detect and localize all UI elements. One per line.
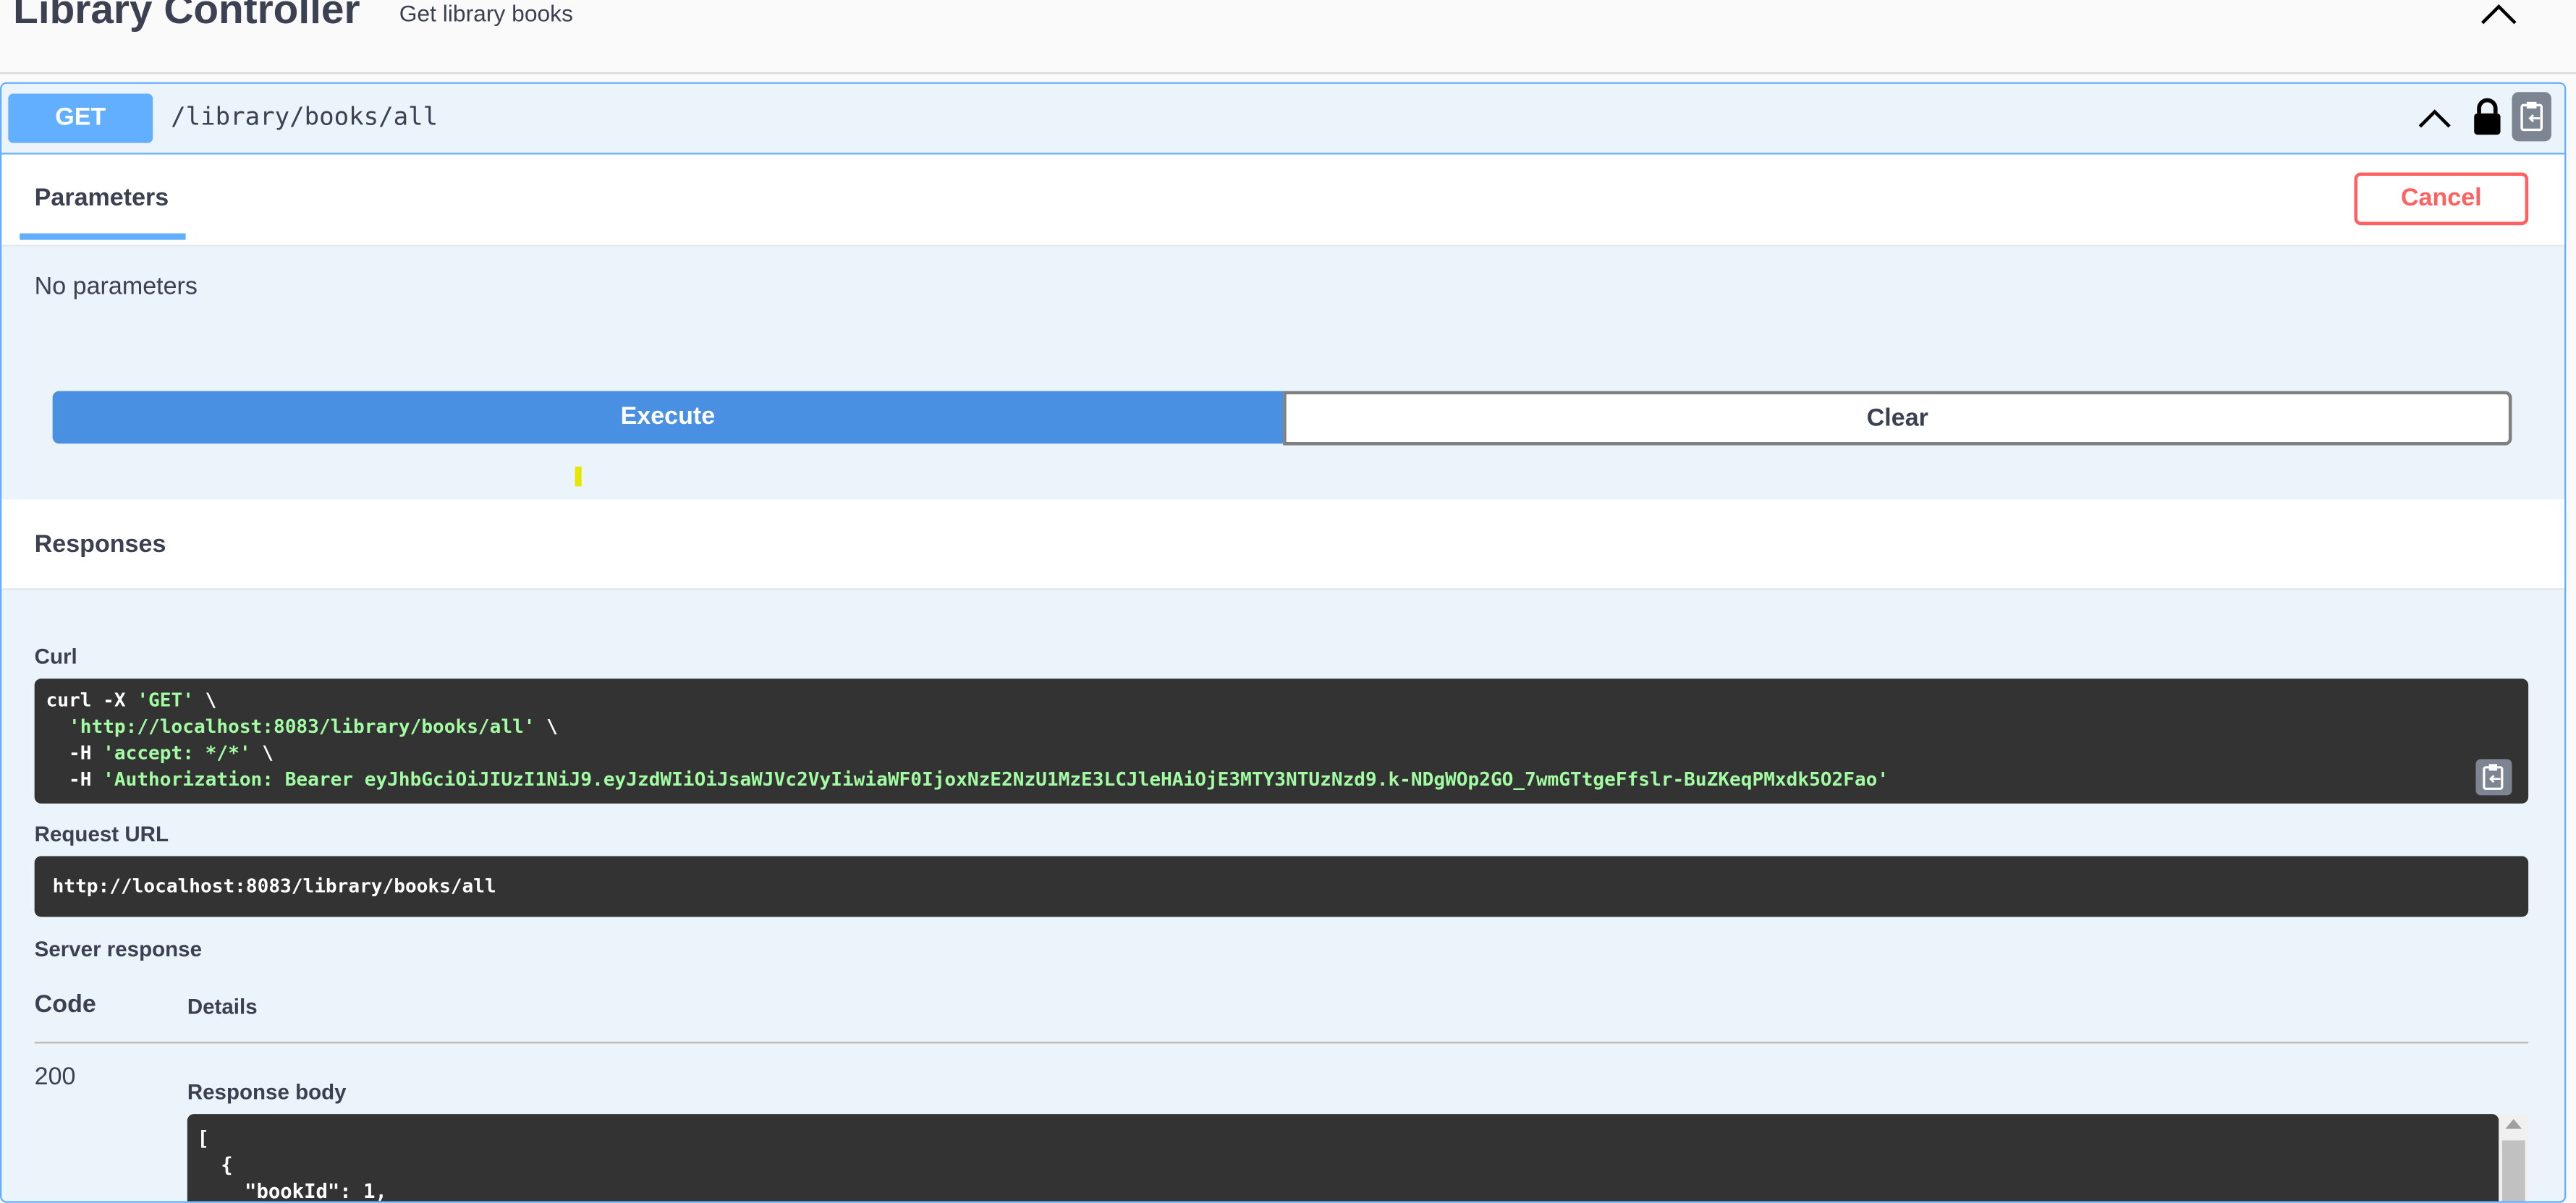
chevron-up-icon[interactable] bbox=[2478, 0, 2520, 33]
method-badge: GET bbox=[8, 93, 153, 143]
curl-line: curl -X 'GET' \ bbox=[46, 688, 217, 712]
request-url-block: http://localhost:8083/library/books/all bbox=[34, 856, 2529, 917]
operation-path: /library/books/all bbox=[171, 101, 438, 132]
execute-button[interactable]: Execute bbox=[52, 391, 1284, 444]
curl-label: Curl bbox=[34, 644, 77, 669]
request-url-label: Request URL bbox=[34, 821, 169, 846]
section-description: Get library books bbox=[399, 0, 573, 27]
tab-underline bbox=[20, 233, 186, 240]
operation-block: GET /library/books/all Parameters Cancel bbox=[0, 82, 2567, 1203]
chevron-up-icon[interactable] bbox=[2417, 103, 2453, 133]
section-header[interactable]: Library Controller Get library books bbox=[0, 0, 2576, 75]
parameters-header: Parameters Cancel bbox=[1, 154, 2565, 247]
curl-line: -H 'accept: */*' \ bbox=[46, 741, 274, 765]
text-cursor bbox=[575, 467, 582, 487]
cancel-button[interactable]: Cancel bbox=[2354, 172, 2529, 226]
responses-header: Responses bbox=[1, 499, 2565, 590]
response-body-block: [ { "bookId": 1, bbox=[187, 1114, 2499, 1203]
section-title: Library Controller bbox=[13, 0, 360, 33]
response-body-line: { bbox=[197, 1153, 233, 1177]
code-column-header: Code bbox=[34, 990, 96, 1019]
lock-icon[interactable] bbox=[2473, 97, 2502, 137]
response-body-line: "bookId": 1, bbox=[197, 1179, 387, 1203]
copy-icon[interactable] bbox=[2512, 92, 2551, 142]
tab-parameters[interactable]: Parameters bbox=[35, 184, 169, 212]
no-parameters-text: No parameters bbox=[34, 273, 198, 301]
curl-code-block: curl -X 'GET' \ 'http://localhost:8083/l… bbox=[34, 679, 2529, 804]
request-url: http://localhost:8083/library/books/all bbox=[52, 874, 496, 898]
responses-title: Responses bbox=[34, 530, 166, 559]
table-divider bbox=[34, 1042, 2529, 1044]
server-response-label: Server response bbox=[34, 936, 203, 961]
details-column-header: Details bbox=[187, 994, 258, 1019]
curl-line: -H 'Authorization: Bearer eyJhbGciOiJIUz… bbox=[46, 767, 1889, 791]
response-body-line: [ bbox=[197, 1127, 209, 1151]
response-code: 200 bbox=[34, 1063, 76, 1092]
response-body-scrollbar[interactable] bbox=[2499, 1114, 2529, 1202]
copy-icon[interactable] bbox=[2475, 759, 2512, 796]
response-body-label: Response body bbox=[187, 1079, 347, 1105]
scroll-up-arrow-icon[interactable] bbox=[2505, 1118, 2522, 1129]
curl-line: 'http://localhost:8083/library/books/all… bbox=[69, 715, 559, 738]
clear-button[interactable]: Clear bbox=[1283, 391, 2512, 446]
operation-summary[interactable]: GET /library/books/all bbox=[1, 83, 2565, 155]
scrollbar-thumb[interactable] bbox=[2501, 1140, 2525, 1202]
